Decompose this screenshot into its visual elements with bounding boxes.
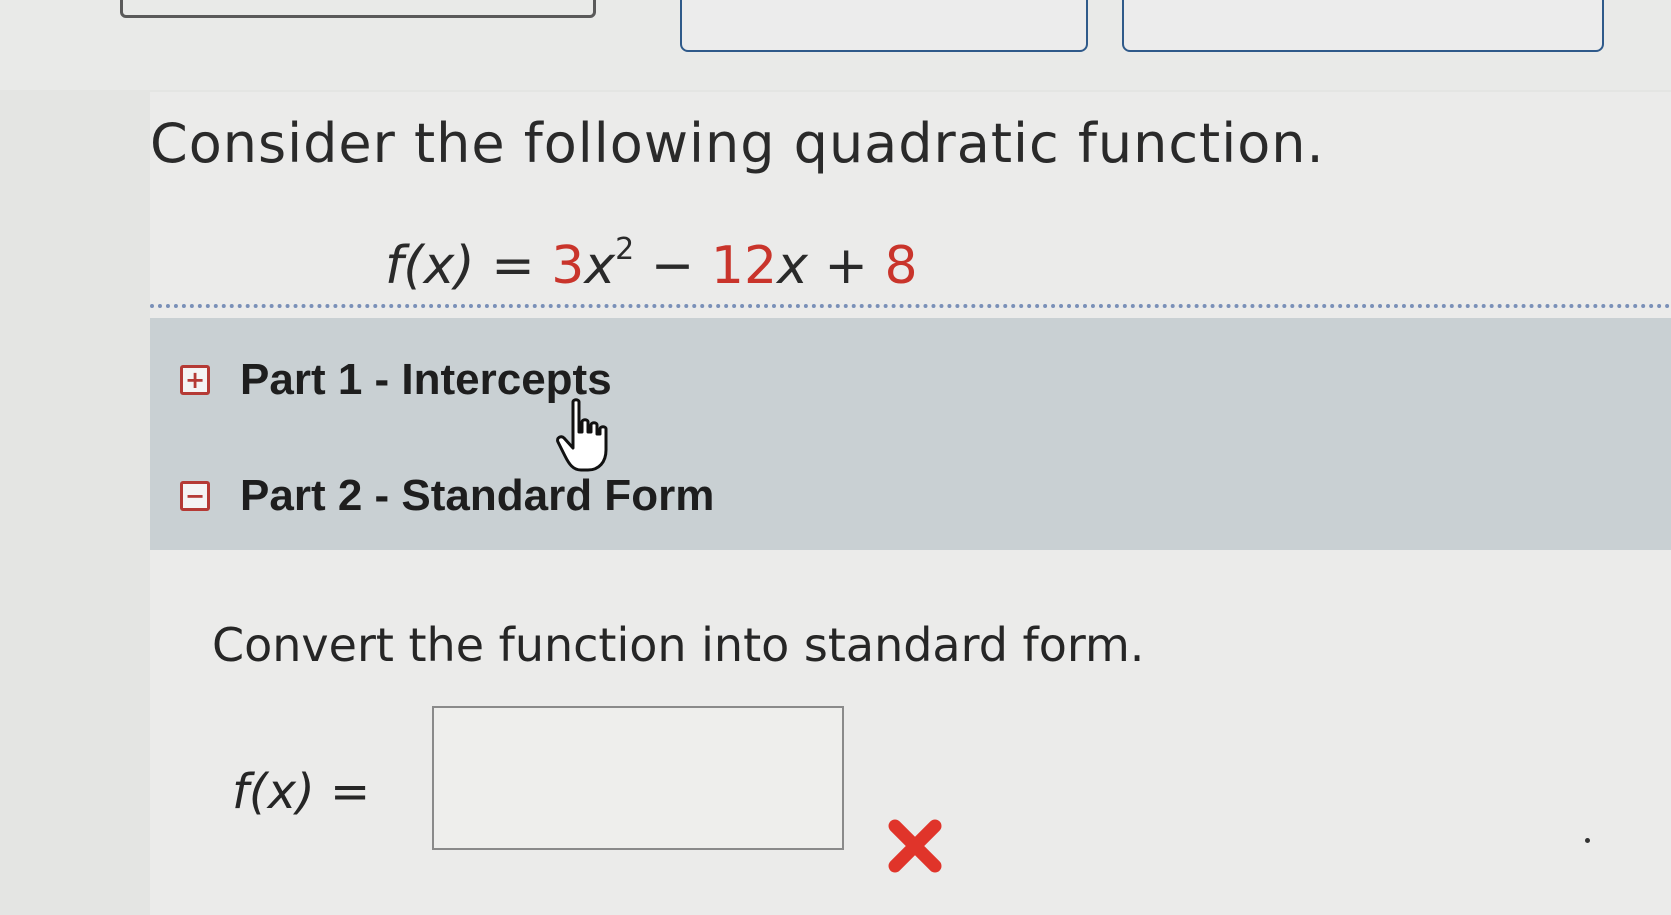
equals-sign: = <box>491 236 535 296</box>
question-prompt: Consider the following quadratic functio… <box>150 112 1325 175</box>
top-button-2[interactable] <box>1122 0 1604 52</box>
standard-form-answer-input[interactable] <box>432 706 844 850</box>
answer-label: f(x) = <box>232 764 370 820</box>
part-1-header[interactable]: + Part 1 - Intercepts <box>180 350 612 410</box>
term1-variable: x <box>584 236 616 296</box>
term1-coefficient: 3 <box>551 236 585 296</box>
term2-variable: x <box>777 236 808 296</box>
dotted-divider <box>150 304 1671 308</box>
function-equation: f(x) = 3x2 − 12x + 8 <box>385 232 918 296</box>
answer-label-function: f(x) <box>232 764 315 820</box>
hand-pointer-cursor-icon <box>556 398 608 472</box>
function-lhs: f(x) <box>385 236 475 296</box>
incorrect-x-icon <box>888 819 942 873</box>
part-2-label[interactable]: Part 2 - Standard Form <box>240 471 714 521</box>
constant-term: 8 <box>884 236 918 296</box>
top-toolbar <box>0 0 1671 90</box>
part-2-header[interactable]: − Part 2 - Standard Form <box>180 466 714 526</box>
top-button-1[interactable] <box>680 0 1088 52</box>
plus-operator: + <box>824 236 868 296</box>
expand-plus-icon[interactable]: + <box>180 365 210 395</box>
collapse-minus-icon[interactable]: − <box>180 481 210 511</box>
part-2-instruction: Convert the function into standard form. <box>212 618 1145 672</box>
stray-dot <box>1585 838 1590 843</box>
top-left-button-fragment[interactable] <box>120 0 596 18</box>
answer-label-equals: = <box>330 764 371 820</box>
parts-accordion: + Part 1 - Intercepts − Part 2 - Standar… <box>150 318 1671 550</box>
minus-operator: − <box>650 236 695 296</box>
term1-exponent: 2 <box>615 232 635 267</box>
term2-coefficient: 12 <box>710 236 778 296</box>
